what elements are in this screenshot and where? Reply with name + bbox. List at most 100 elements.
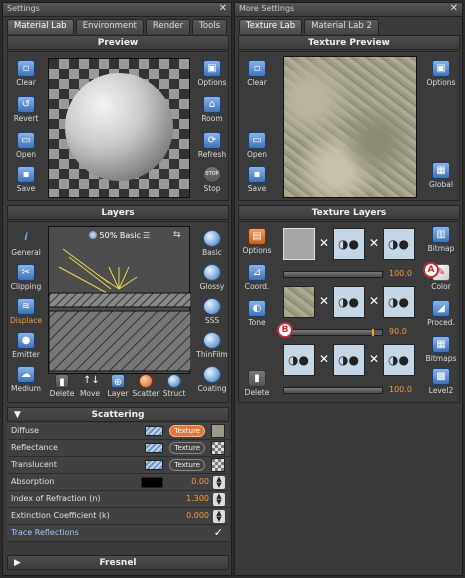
- medium-button[interactable]: ☁ Medium: [10, 366, 42, 393]
- close-icon[interactable]: ✕: [450, 3, 458, 14]
- layer-2-strength-value[interactable]: 90.0: [389, 327, 407, 336]
- basic-button[interactable]: Basic: [196, 230, 228, 257]
- reflectance-color-swatch[interactable]: [145, 443, 163, 453]
- layers-header: Layers: [7, 205, 229, 220]
- texture-slot-3[interactable]: ◑●: [383, 228, 415, 260]
- tab-render[interactable]: Render: [145, 19, 191, 34]
- texture-preview-canvas[interactable]: [283, 56, 417, 198]
- texture-slot-8[interactable]: ◑●: [333, 344, 365, 376]
- reflectance-texture-thumb[interactable]: [211, 441, 225, 455]
- fresnel-header[interactable]: ▶ Fresnel: [7, 555, 229, 570]
- struct-button[interactable]: Struct: [160, 374, 188, 398]
- layer-3-strength-slider[interactable]: [283, 387, 383, 394]
- bitmap-button[interactable]: ▥ Bitmap: [425, 226, 457, 253]
- delete-button[interactable]: ▮ Delete: [241, 370, 273, 397]
- close-icon[interactable]: ✕: [219, 3, 227, 14]
- layer-1-strength-slider[interactable]: [283, 271, 383, 278]
- texture-layers-area: ▤ Options ⊿ Coord. ◐ Tone ▮ Delete ✕ ◑● ✕ ◑●…: [238, 221, 460, 403]
- room-button[interactable]: ⌂ Room: [196, 96, 228, 123]
- translucent-texture-thumb[interactable]: [211, 458, 225, 472]
- extinction-row[interactable]: Extinction Coefficient (k) 0.000 ▲ ▼: [7, 508, 229, 525]
- options-button[interactable]: ▤ Options: [241, 228, 273, 255]
- texture-slot-4[interactable]: [283, 286, 315, 318]
- diffuse-texture-thumb[interactable]: [211, 424, 225, 438]
- texture-slot-6[interactable]: ◑●: [383, 286, 415, 318]
- layer-list-icon[interactable]: ☰: [143, 231, 150, 240]
- save-button[interactable]: ▪ Save: [241, 166, 273, 193]
- layer-1-strength-value[interactable]: 100.0: [389, 269, 412, 278]
- layer-swap-icon[interactable]: ⇆: [173, 230, 181, 240]
- diffuse-color-swatch[interactable]: [145, 426, 163, 436]
- extinction-value[interactable]: 0.000: [186, 511, 209, 520]
- level2-button[interactable]: ▩ Level2: [425, 368, 457, 395]
- global-button[interactable]: ▦ Global: [425, 162, 457, 189]
- diffuse-row[interactable]: Diffuse Texture: [7, 423, 229, 440]
- translucent-texture-button[interactable]: Texture: [169, 459, 205, 471]
- sss-button[interactable]: SSS: [196, 298, 228, 325]
- tab-texture-lab[interactable]: Texture Lab: [239, 19, 303, 34]
- tab-environment[interactable]: Environment: [75, 19, 144, 34]
- options-icon: ▣: [432, 60, 450, 77]
- clear-button[interactable]: ▫ Clear: [10, 60, 42, 87]
- ior-value[interactable]: 1.300: [186, 494, 209, 503]
- translucent-row[interactable]: Translucent Texture: [7, 457, 229, 474]
- texture-slot-5[interactable]: ◑●: [333, 286, 365, 318]
- revert-button[interactable]: ↺ Revert: [10, 96, 42, 123]
- open-button[interactable]: ▭ Open: [10, 132, 42, 159]
- checkmark-icon[interactable]: ✓: [214, 526, 223, 539]
- trash-icon: ▮: [55, 374, 69, 388]
- add-layer-button[interactable]: ⊕ Layer: [104, 374, 132, 398]
- extinction-spinner-icon[interactable]: ▲ ▼: [213, 510, 225, 523]
- tab-tools[interactable]: Tools: [192, 19, 228, 34]
- tab-bar: Material Lab Environment Render Tools: [7, 19, 228, 34]
- translucent-color-swatch[interactable]: [145, 460, 163, 470]
- layer-diagram[interactable]: 50% Basic ☰ ⇆: [48, 226, 191, 374]
- absorption-color-swatch[interactable]: [141, 477, 163, 488]
- save-button[interactable]: ▪ Save: [10, 166, 42, 193]
- texture-slot-1[interactable]: [283, 228, 315, 260]
- layer-3-strength-value[interactable]: 100.0: [389, 385, 412, 394]
- absorption-spinner-icon[interactable]: ▲ ▼: [213, 476, 225, 489]
- diffuse-texture-button[interactable]: Texture: [169, 425, 205, 437]
- bitmaps-button[interactable]: ▦ Bitmaps: [425, 336, 457, 363]
- clear-button[interactable]: ▫ Clear: [241, 60, 273, 87]
- reflectance-texture-button[interactable]: Texture: [169, 442, 205, 454]
- tone-button[interactable]: ◐ Tone: [241, 300, 273, 327]
- open-button[interactable]: ▭ Open: [241, 132, 273, 159]
- tab-material-lab-2[interactable]: Material Lab 2: [304, 19, 379, 34]
- scattering-header[interactable]: ▼ Scattering: [7, 407, 229, 422]
- emitter-button[interactable]: ● Emitter: [10, 332, 42, 359]
- coating-button[interactable]: Coating: [196, 366, 228, 393]
- procedural-button[interactable]: ◢ Proced.: [425, 300, 457, 327]
- scatter-button[interactable]: Scatter: [132, 374, 160, 398]
- procedural-icon: ◢: [432, 300, 450, 317]
- absorption-row[interactable]: Absorption 0.00 ▲ ▼: [7, 474, 229, 491]
- thinfilm-button[interactable]: ThinFilm: [196, 332, 228, 359]
- options-button[interactable]: ▣ Options: [425, 60, 457, 87]
- absorption-value[interactable]: 0.00: [191, 477, 209, 486]
- stop-button[interactable]: STOP Stop: [196, 166, 228, 193]
- displace-button[interactable]: ≋ Displace: [10, 298, 42, 325]
- operator-icon: ◑●: [338, 353, 359, 367]
- bulb-icon: ●: [17, 332, 35, 349]
- move-layer-button[interactable]: ↑↓ Move: [76, 374, 104, 398]
- ior-row[interactable]: Index of Refraction (n) 1.300 ▲ ▼: [7, 491, 229, 508]
- general-button[interactable]: i General: [10, 230, 42, 257]
- texture-slot-2[interactable]: ◑●: [333, 228, 365, 260]
- glossy-button[interactable]: Glossy: [196, 264, 228, 291]
- refresh-button[interactable]: ⟳ Refresh: [196, 132, 228, 159]
- ior-spinner-icon[interactable]: ▲ ▼: [213, 493, 225, 506]
- clipping-button[interactable]: ✂ Clipping: [10, 264, 42, 291]
- clipping-icon: ✂: [17, 264, 35, 281]
- layer-2-strength-slider[interactable]: [283, 329, 383, 336]
- operator-icon: ◑●: [338, 295, 359, 309]
- options-button[interactable]: ▣ Options: [196, 60, 228, 87]
- texture-slot-9[interactable]: ◑●: [383, 344, 415, 376]
- tab-material-lab[interactable]: Material Lab: [7, 19, 74, 34]
- texture-slot-7[interactable]: ◑●: [283, 344, 315, 376]
- delete-layer-button[interactable]: ▮ Delete: [48, 374, 76, 398]
- material-preview-canvas[interactable]: [48, 58, 190, 198]
- reflectance-row[interactable]: Reflectance Texture: [7, 440, 229, 457]
- trace-reflections-row[interactable]: Trace Reflections ✓: [7, 525, 229, 542]
- coord-button[interactable]: ⊿ Coord.: [241, 264, 273, 291]
